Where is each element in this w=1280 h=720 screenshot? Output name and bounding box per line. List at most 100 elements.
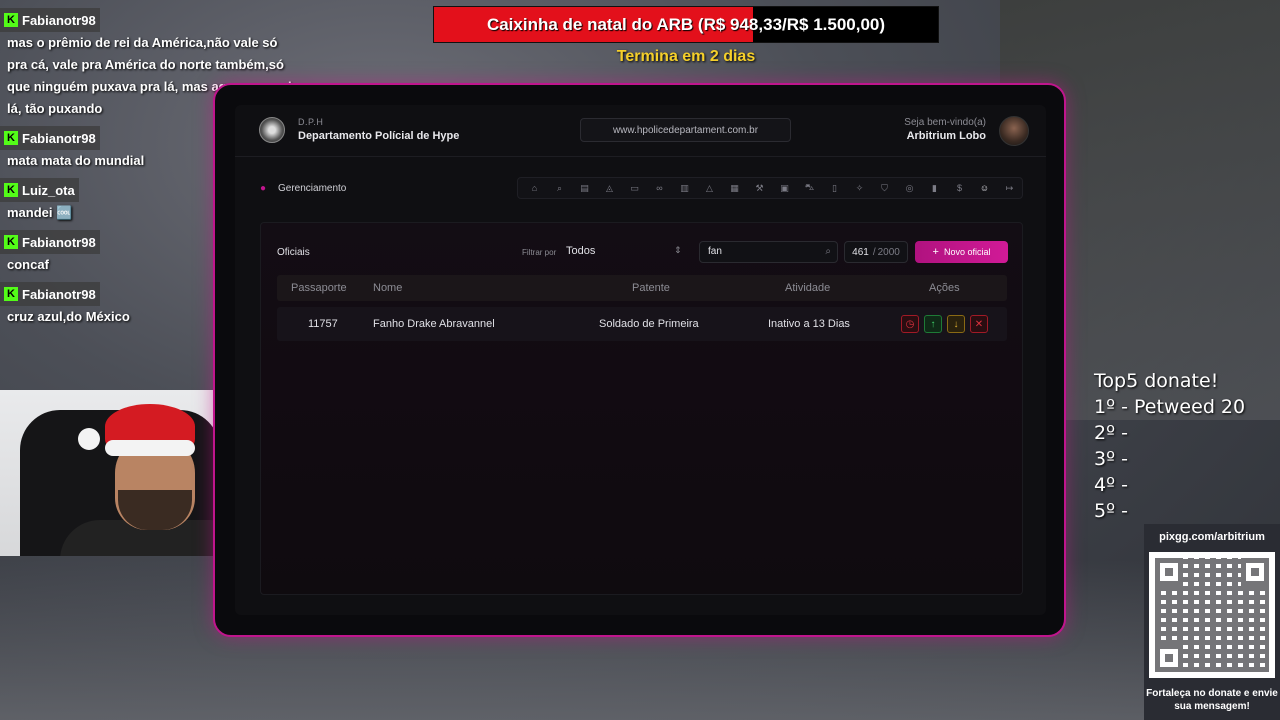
officers-panel: Oficiais Filtrar por Todos ⇕ fan ⌕ 461 /… [260,222,1023,595]
table-row[interactable]: 11757 Fanho Drake Abravannel Soldado de … [277,307,1007,341]
welcome-text: Seja bem-vindo(a) [904,117,986,128]
site-url[interactable]: www.hpolicedepartament.com.br [580,118,791,142]
shield-icon[interactable]: ⛉ [872,183,897,194]
qr-code-icon [1149,552,1275,678]
table-header: Passaporte Nome Patente Atividade Ações [277,275,1007,301]
close-icon[interactable]: ✕ [970,315,988,333]
count-max: 2000 [877,246,900,258]
column-activity: Atividade [785,282,831,294]
search-icon[interactable]: ⌕ [547,183,572,194]
chat-user-tag: K Fabianotr98 [0,282,100,306]
kick-badge-icon: K [4,235,18,249]
book-icon[interactable]: ▥ [672,183,697,194]
top5-donate: Top5 donate! 1º - Petweed 20 2º - 3º - 4… [1094,368,1245,524]
search-input[interactable]: fan ⌕ [699,241,838,263]
dept-name: Departamento Polícial de Hype [298,130,460,142]
gavel-icon[interactable]: ⚒ [747,183,772,194]
warning-icon[interactable]: △ [697,183,722,194]
plus-icon: + [932,246,939,258]
file-icon[interactable]: ▯ [822,183,847,194]
cell-rank: Soldado de Primeira [599,318,699,330]
column-passport: Passaporte [291,282,347,294]
new-officer-label: Novo oficial [943,247,991,257]
chevron-updown-icon[interactable]: ⇕ [674,245,682,256]
qr-finder [1155,644,1183,672]
section-title: Gerenciamento [278,183,347,194]
count-current: 461 [852,246,869,258]
chat-username: Fabianotr98 [22,12,96,28]
santa-hat-brim [105,440,195,456]
top5-entry: 5º - [1094,500,1128,522]
app-header: D.P.H Departamento Polícial de Hype www.… [235,105,1046,157]
handcuffs-icon[interactable]: ∞ [647,183,672,193]
document-icon[interactable]: ▦ [722,183,747,194]
username: Arbitrium Lobo [906,130,986,142]
donation-goal-text: Caixinha de natal do ARB (R$ 948,33/R$ 1… [486,14,886,34]
row-actions: ◷ ↑ ↓ ✕ [901,315,988,333]
medal-icon[interactable]: ✧ [847,183,872,194]
search-icon[interactable]: ⌕ [825,246,831,257]
top5-entry: 3º - [1094,448,1128,470]
avatar[interactable] [999,116,1029,146]
clipboard-icon[interactable]: ▤ [572,183,597,194]
chat-username: Fabianotr98 [22,234,96,250]
home-icon[interactable]: ⌂ [522,183,547,193]
clock-icon[interactable]: ◷ [901,315,919,333]
chat-username: Luiz_ota [22,182,75,198]
section-label: ● Gerenciamento [260,183,346,194]
nav-toolbar: ⌂ ⌕ ▤ ◬ ▭ ∞ ▥ △ ▦ ⚒ ▣ ⛍ ▯ ✧ ⛉ ◎ ▮ $ ☺ ↦ [517,177,1023,199]
dept-abbr: D.P.H [298,117,324,127]
qr-title: pixgg.com/arbitrium [1159,531,1265,543]
top5-entry: 1º - Petweed 20 [1094,396,1246,418]
top5-entry: 4º - [1094,474,1128,496]
users-icon[interactable]: ☺ [972,183,997,193]
siren-icon[interactable]: ◬ [597,183,622,194]
qr-finder [1155,558,1183,586]
folder-icon[interactable]: ▭ [622,183,647,194]
column-name: Nome [373,282,403,294]
chat-username: Fabianotr98 [22,286,96,302]
tablet-screen: D.P.H Departamento Polícial de Hype www.… [235,105,1046,615]
donation-goal-bar: Caixinha de natal do ARB (R$ 948,33/R$ 1… [433,6,939,43]
donation-goal-deadline: Termina em 2 dias [616,48,756,65]
count-separator: / [872,246,876,258]
logout-icon[interactable]: ↦ [997,183,1022,194]
qr-footer: Fortaleça no donate e envie sua mensagem… [1146,688,1278,712]
demote-icon[interactable]: ↓ [947,315,965,333]
officer-count: 461 / 2000 [844,241,908,263]
pix-qr-widget: pixgg.com/arbitrium Fortaleça no donate … [1144,524,1280,720]
chat-user-tag: K Fabianotr98 [0,8,100,32]
police-tablet: D.P.H Departamento Polícial de Hype www.… [213,83,1066,637]
cell-passport: 11757 [308,318,338,330]
qr-finder [1241,558,1269,586]
top5-entry: 2º - [1094,422,1128,444]
chat-user-tag: K Luiz_ota [0,178,79,202]
user-icon: ● [260,182,267,194]
chart-icon[interactable]: ▮ [922,183,947,194]
santa-hat-pompom [78,428,100,450]
target-icon[interactable]: ◎ [897,183,922,194]
car-icon[interactable]: ⛍ [797,182,822,194]
panel-title: Oficiais [277,247,310,258]
top5-title: Top5 donate! [1094,370,1219,392]
id-card-icon[interactable]: ▣ [772,183,797,194]
column-rank: Patente [632,282,670,294]
filter-label: Filtrar por [522,248,557,257]
qr-pattern [1155,558,1269,672]
promote-icon[interactable]: ↑ [924,315,942,333]
cell-name: Fanho Drake Abravannel [373,318,495,330]
chat-username: Fabianotr98 [22,130,96,146]
chat-user-tag: K Fabianotr98 [0,126,100,150]
filter-select[interactable]: Todos [566,245,595,257]
kick-badge-icon: K [4,131,18,145]
dollar-icon[interactable]: $ [947,183,972,193]
police-badge-icon [259,117,285,143]
new-officer-button[interactable]: + Novo oficial [915,241,1008,263]
column-actions: Ações [929,282,960,294]
kick-badge-icon: K [4,13,18,27]
chat-user-tag: K Fabianotr98 [0,230,100,254]
cell-activity: Inativo a 13 Dias [768,318,850,330]
kick-badge-icon: K [4,287,18,301]
search-value[interactable]: fan [708,246,722,257]
kick-badge-icon: K [4,183,18,197]
